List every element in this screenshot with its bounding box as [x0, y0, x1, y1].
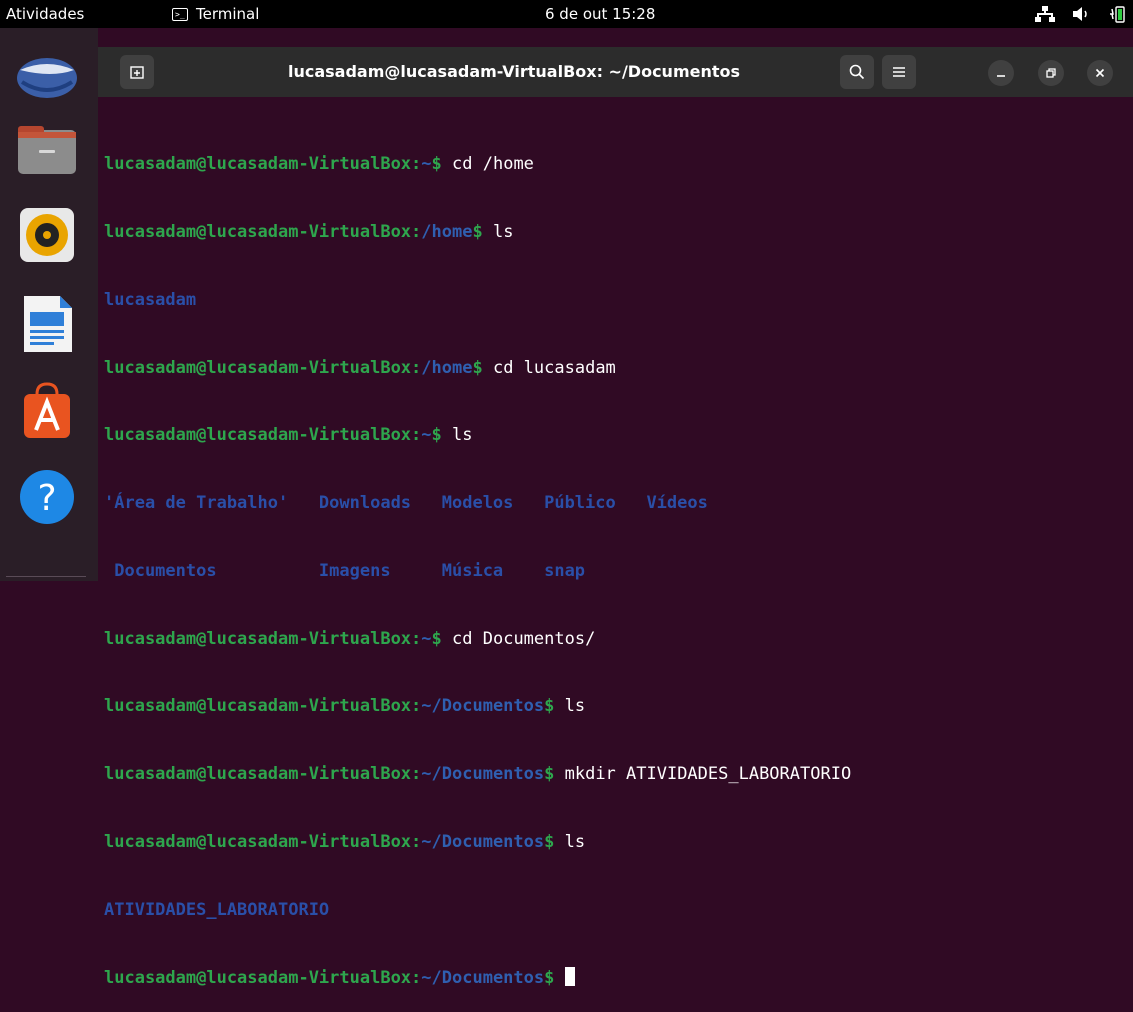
dock: ?: [0, 28, 98, 581]
window-title: lucasadam@lucasadam-VirtualBox: ~/Docume…: [288, 62, 741, 81]
system-tray[interactable]: [1035, 0, 1125, 28]
writer-icon[interactable]: [12, 294, 82, 352]
files-icon[interactable]: [12, 120, 82, 178]
prompt-line: lucasadam@lucasadam-VirtualBox:/home$ ls: [104, 221, 514, 242]
dock-separator: [6, 576, 86, 577]
terminal-icon: >_: [172, 7, 188, 21]
svg-text:?: ?: [37, 478, 56, 519]
search-icon: [849, 64, 865, 80]
close-button[interactable]: [1087, 60, 1113, 86]
software-icon[interactable]: [12, 382, 82, 440]
terminal-output[interactable]: lucasadam@lucasadam-VirtualBox:~$ cd /ho…: [104, 108, 851, 1012]
minimize-icon: [997, 75, 1005, 77]
output-line: Documentos Imagens Música snap: [104, 560, 586, 581]
app-name: Terminal: [196, 5, 260, 23]
new-tab-icon: [130, 66, 144, 79]
prompt-line: lucasadam@lucasadam-VirtualBox:~$ cd /ho…: [104, 154, 534, 175]
output-line: 'Área de Trabalho' Downloads Modelos Púb…: [104, 493, 708, 514]
close-icon: [1095, 68, 1105, 78]
clock[interactable]: 6 de out 15:28: [545, 0, 655, 28]
output-line: ATIVIDADES_LABORATORIO: [104, 899, 330, 920]
text-cursor: [564, 966, 575, 986]
output-line: lucasadam: [104, 289, 197, 310]
hamburger-icon: [893, 67, 905, 77]
network-icon: [1035, 6, 1055, 22]
prompt-line: lucasadam@lucasadam-VirtualBox:~/Documen…: [104, 764, 852, 785]
minimize-button[interactable]: [988, 60, 1014, 86]
prompt-line: lucasadam@lucasadam-VirtualBox:~$ ls: [104, 425, 473, 446]
menu-button[interactable]: [882, 55, 916, 89]
new-tab-button[interactable]: [120, 55, 154, 89]
search-button[interactable]: [840, 55, 874, 89]
restore-icon: [1046, 68, 1056, 78]
maximize-button[interactable]: [1038, 60, 1064, 86]
help-icon[interactable]: ?: [12, 468, 82, 526]
activities-button[interactable]: Atividades: [6, 0, 84, 28]
app-menu[interactable]: >_ Terminal: [172, 0, 259, 28]
battery-icon: [1110, 6, 1125, 23]
prompt-line: lucasadam@lucasadam-VirtualBox:~/Documen…: [104, 832, 586, 852]
prompt-line: lucasadam@lucasadam-VirtualBox:/home$ cd…: [104, 357, 616, 378]
prompt-line: lucasadam@lucasadam-VirtualBox:~/Documen…: [104, 696, 586, 717]
header-bar[interactable]: lucasadam@lucasadam-VirtualBox: ~/Docume…: [98, 47, 1133, 97]
prompt-line: lucasadam@lucasadam-VirtualBox:~$ cd Doc…: [104, 628, 596, 649]
volume-icon: [1073, 7, 1087, 21]
thunderbird-icon[interactable]: [12, 48, 82, 106]
rhythmbox-icon[interactable]: [12, 206, 82, 264]
top-bar: Atividades >_ Terminal 6 de out 15:28: [0, 0, 1133, 28]
prompt-line[interactable]: lucasadam@lucasadam-VirtualBox:~/Documen…: [104, 966, 851, 990]
